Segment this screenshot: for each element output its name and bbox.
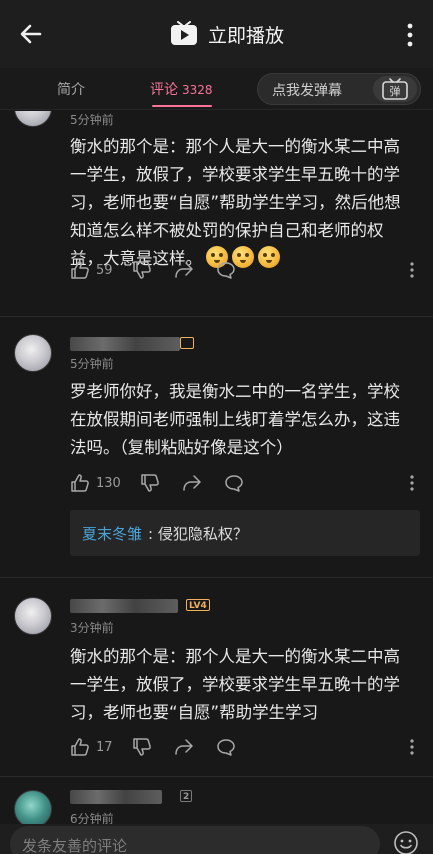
comment-text: 衡水的那个是：那个人是大一的衡水某二中高一学生，放假了，学校要求学生早五晚十的学… [70,133,415,273]
share-button[interactable] [174,736,194,758]
comment-time: 5分钟前 [70,357,114,371]
like-button[interactable]: 59 [70,259,113,281]
divider [0,776,433,777]
thumb-up-icon [71,474,89,492]
vertical-dots-icon [410,262,414,278]
comment-time: 5分钟前 [70,113,114,127]
comment-bubble-icon [217,739,235,756]
reply-button[interactable] [224,472,244,494]
more-options-icon[interactable] [400,22,420,48]
danmaku-placeholder: 点我发弹幕 [272,83,342,99]
comment-actions: 17 [70,736,420,760]
danmaku-input[interactable]: 点我发弹幕 弹 [257,73,421,105]
comment-input-placeholder: 发条友善的评论 [22,837,128,854]
play-now-button[interactable]: 立即播放 [170,20,284,48]
comment-time: 3分钟前 [70,621,114,635]
emoji-face-icon[interactable] [393,830,419,854]
tv-play-icon [171,21,197,45]
share-button[interactable] [174,259,194,281]
active-tab-indicator [152,105,212,107]
bottom-input-bar: 发条友善的评论 [0,824,433,854]
comment-more-button[interactable] [402,259,422,281]
comment-input[interactable]: 发条友善的评论 [10,826,380,854]
comment-more-button[interactable] [402,736,422,758]
level-badge: LV4 [186,599,210,611]
blurred-username[interactable] [70,599,178,613]
comment-list[interactable]: 5分钟前 衡水的那个是：那个人是大一的衡水某二中高一学生，放假了，学校要求学生早… [0,111,433,824]
danmaku-icon-text: 弹 [390,84,401,98]
thumb-down-icon [141,474,159,492]
share-arrow-icon [183,475,201,491]
like-button[interactable]: 130 [70,472,121,494]
share-arrow-icon [175,739,193,755]
level-badge [180,337,194,349]
comment-actions: 59 [70,259,420,283]
back-arrow-icon[interactable] [18,21,44,47]
vertical-dots-icon [410,475,414,491]
blurred-username[interactable] [70,337,180,351]
danmaku-tv-icon: 弹 [382,78,408,100]
like-count: 17 [96,739,113,755]
tab-comments-label: 评论 [150,82,178,98]
like-count: 130 [96,475,121,491]
comment-more-button[interactable] [402,472,422,494]
share-button[interactable] [182,472,202,494]
avatar[interactable] [14,597,52,635]
reply-button[interactable] [216,259,236,281]
play-now-label: 立即播放 [208,24,285,47]
thumb-up-icon [71,261,89,279]
share-arrow-icon [175,262,193,278]
reply-text: : 侵犯隐私权？ [148,525,248,543]
avatar[interactable] [14,334,52,372]
avatar[interactable] [14,111,52,127]
like-button[interactable]: 17 [70,736,113,758]
comment-text: 衡水的那个是：那个人是大一的衡水某二中高一学生，放假了，学校要求学生早五晚十的学… [70,647,400,722]
reply-username[interactable]: 夏末冬雏 [82,523,142,544]
comments-count: 3328 [182,83,213,97]
divider [0,577,433,578]
like-count: 59 [96,262,113,278]
dislike-button[interactable] [132,259,152,281]
reply-button[interactable] [216,736,236,758]
top-bar: 立即播放 [0,0,433,68]
dislike-button[interactable] [132,736,152,758]
thumb-up-icon [71,738,89,756]
blurred-username[interactable] [70,790,162,804]
avatar[interactable] [14,790,52,824]
thumb-down-icon [133,261,151,279]
vertical-dots-icon [410,739,414,755]
tab-bar: 简介 评论 3328 点我发弹幕 弹 [0,68,433,110]
comment-bubble-icon [217,262,235,279]
fan-badge: 2 [180,790,193,802]
comment-actions: 130 [70,472,420,496]
reply-preview[interactable]: 夏末冬雏 : 侵犯隐私权？ [70,510,420,556]
thumb-down-icon [133,738,151,756]
danmaku-toggle-button[interactable]: 弹 [373,76,417,102]
dislike-button[interactable] [140,472,160,494]
comment-time: 6分钟前 [70,812,114,824]
comment-bubble-icon [225,475,243,492]
tab-comments[interactable]: 评论 3328 [150,79,213,99]
divider [0,316,433,317]
tab-intro[interactable]: 简介 [57,79,85,99]
comment-text: 罗老师你好，我是衡水二中的一名学生，学校在放假期间老师强制上线盯着学怎么办，这违… [70,382,400,457]
